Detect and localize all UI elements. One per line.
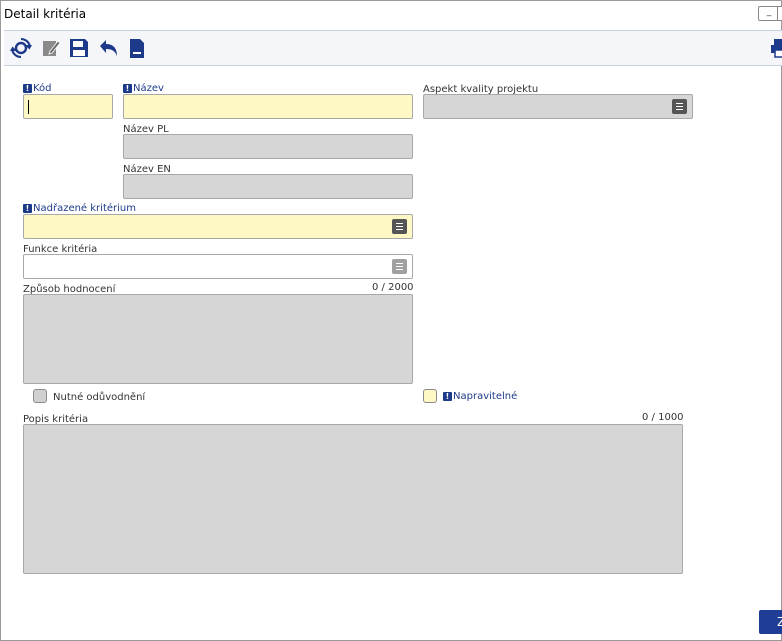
- nutne-checkbox[interactable]: [33, 389, 47, 403]
- nadrazene-label: ! Nadřazené kritérium: [23, 203, 136, 214]
- required-icon: !: [23, 204, 32, 213]
- list-picker-icon[interactable]: [672, 99, 687, 114]
- aspekt-select[interactable]: [423, 94, 693, 119]
- detail-window: Detail kritéria _ ! Kód ! Název Aspekt kva…: [0, 0, 782, 641]
- required-icon: !: [23, 84, 32, 93]
- funkce-select[interactable]: [23, 254, 413, 279]
- napravitelne-label: ! Napravitelné: [443, 391, 517, 402]
- nazev-input[interactable]: [123, 94, 413, 119]
- popis-counter: 0 / 1000: [642, 412, 684, 423]
- close-button[interactable]: Z: [759, 610, 782, 634]
- kod-label: ! Kód: [23, 83, 52, 94]
- required-icon: !: [123, 84, 132, 93]
- window-title: Detail kritéria: [4, 7, 87, 21]
- nutne-label: Nutné odůvodnění: [53, 392, 146, 403]
- kod-label-text: Kód: [33, 83, 52, 94]
- nazev-label-text: Název: [133, 83, 164, 94]
- new-document-icon[interactable]: [126, 37, 148, 59]
- nazev-en-input[interactable]: [123, 174, 413, 199]
- nadrazene-label-text: Nadřazené kritérium: [33, 203, 136, 214]
- edit-icon[interactable]: [40, 37, 62, 59]
- napravitelne-checkbox[interactable]: [423, 389, 437, 403]
- refresh-icon[interactable]: [10, 37, 32, 59]
- undo-icon[interactable]: [97, 37, 119, 59]
- title-bar: Detail kritéria _: [1, 1, 782, 27]
- nazev-label: ! Název: [123, 83, 164, 94]
- nadrazene-select[interactable]: [23, 214, 413, 239]
- print-icon[interactable]: [769, 37, 782, 59]
- zpusob-textarea[interactable]: [23, 294, 413, 384]
- save-icon[interactable]: [68, 37, 90, 59]
- napravitelne-label-text: Napravitelné: [453, 391, 518, 402]
- list-picker-icon[interactable]: [392, 259, 407, 274]
- toolbar: [4, 30, 782, 66]
- list-picker-icon[interactable]: [392, 219, 407, 234]
- kod-input[interactable]: [23, 94, 113, 119]
- required-icon: !: [443, 392, 452, 401]
- popis-textarea[interactable]: [23, 424, 683, 574]
- maximize-button[interactable]: [777, 6, 782, 21]
- nazev-pl-input[interactable]: [123, 134, 413, 159]
- text-caret: [28, 100, 29, 114]
- zpusob-counter: 0 / 2000: [372, 282, 414, 293]
